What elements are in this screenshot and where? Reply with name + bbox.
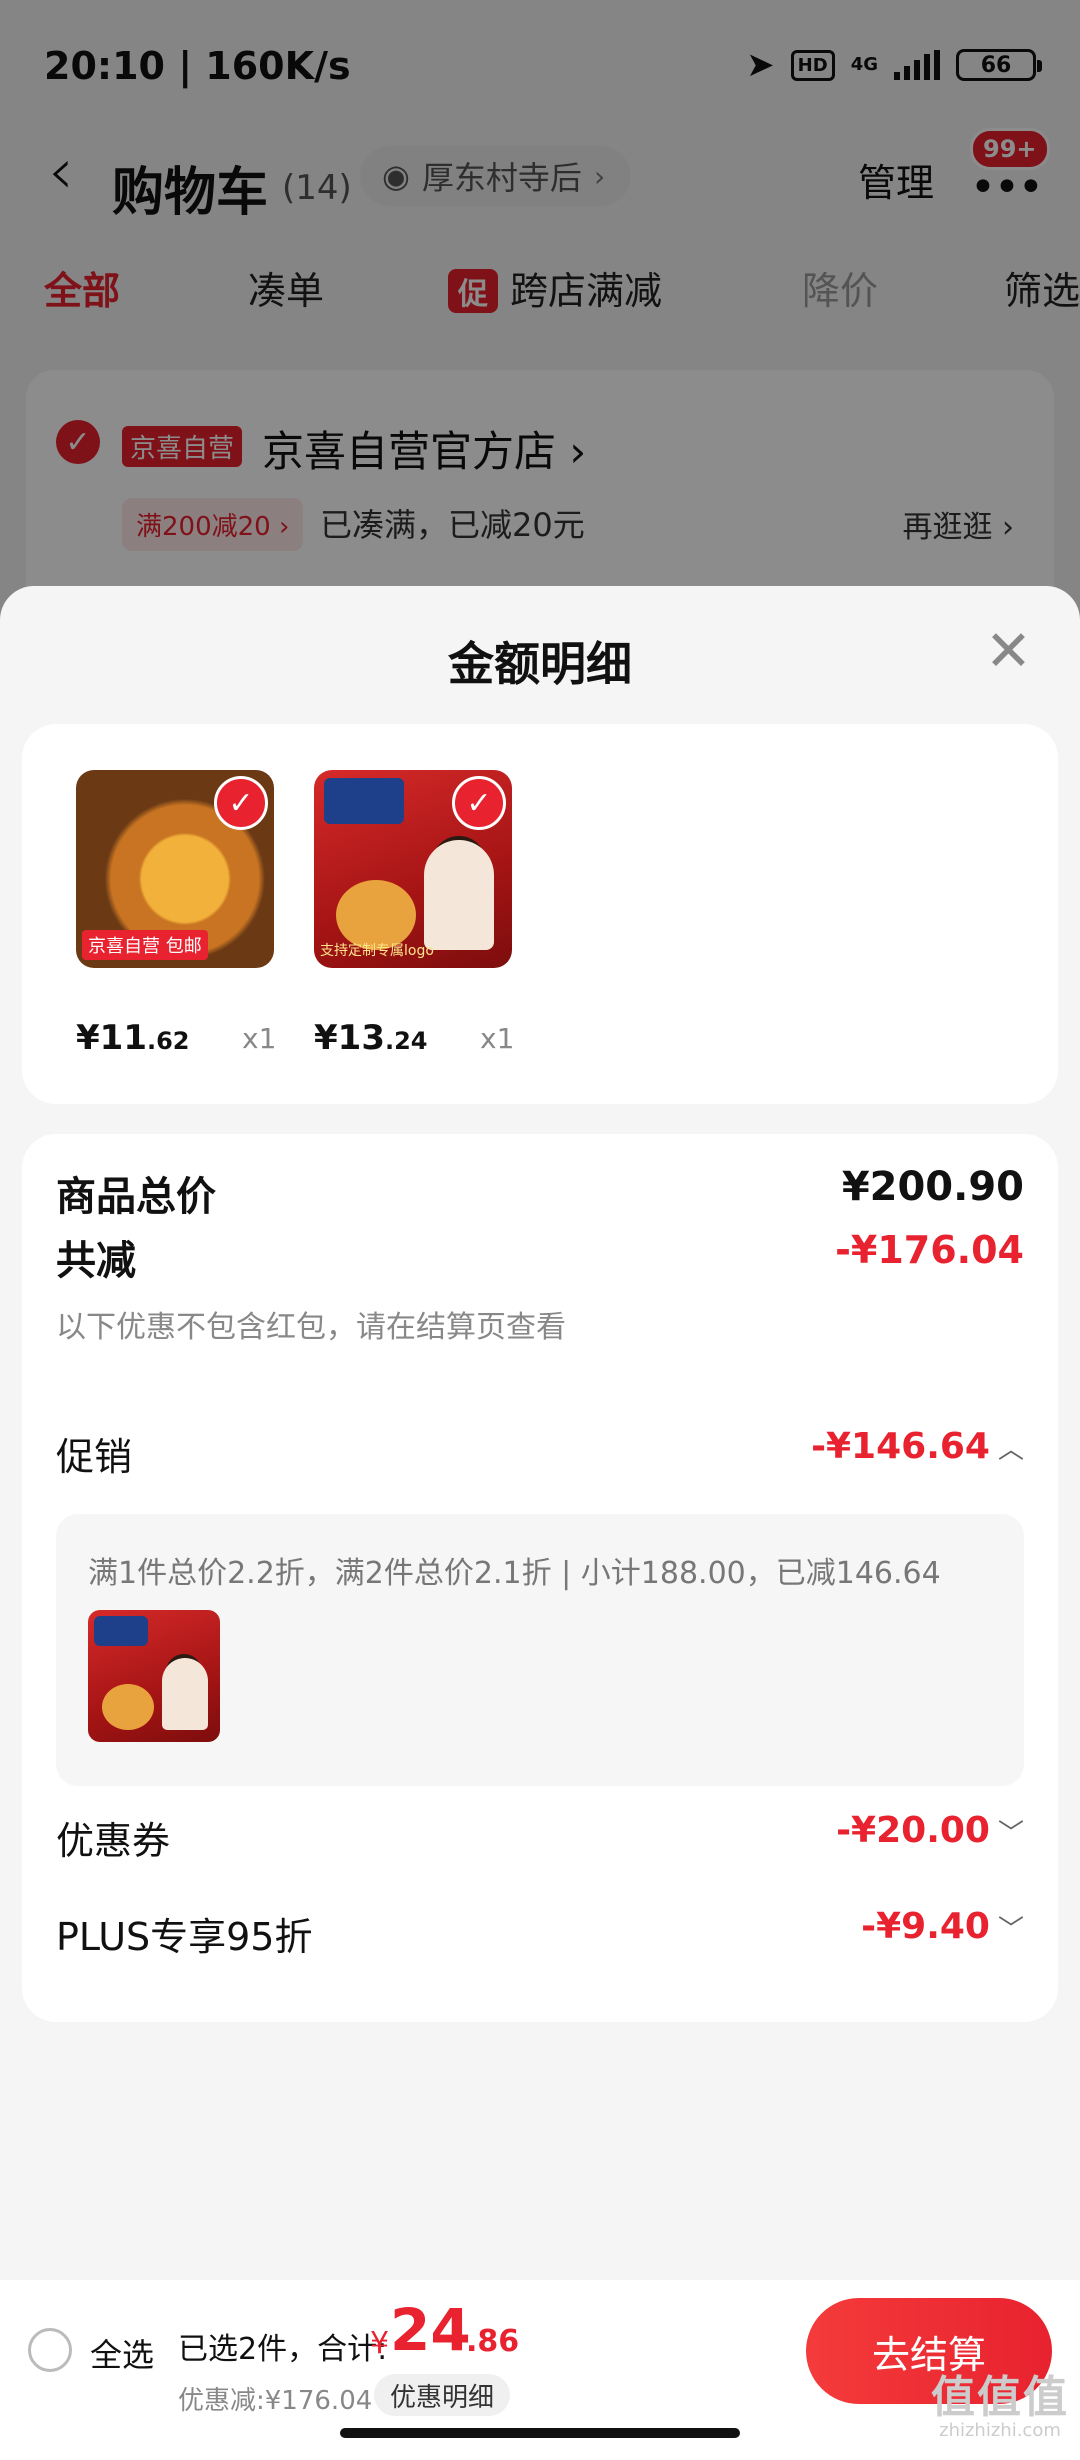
coupon-label: 优惠券 xyxy=(56,1819,171,1863)
check-icon: ✓ xyxy=(214,776,268,830)
chevron-down-icon: ﹀ xyxy=(997,1819,1024,1849)
checkout-bar: 全选 已选2件，合计: ¥ 24 .86 优惠减:¥176.04 优惠明细 去结… xyxy=(0,2280,1080,2460)
goods-card: 京喜自营 包邮 ✓ ¥11.62 x1 支持定制专属logo ✓ ¥13.24 … xyxy=(22,724,1058,1104)
promotion-detail-text: 满1件总价2.2折，满2件总价2.1折 | 小计188.00，已减146.64 xyxy=(88,1556,941,1591)
mooncake-thumbnail: 京喜自营 包邮 ✓ xyxy=(76,770,274,968)
select-all-radio[interactable] xyxy=(28,2328,72,2372)
total-integer: 24 xyxy=(390,2296,471,2364)
thumb-tag: 京喜自营 包邮 xyxy=(82,930,208,960)
coupon-row[interactable]: -¥20.00 ﹀ xyxy=(836,1810,1024,1851)
promotion-product-thumbnail xyxy=(88,1610,220,1742)
promotion-row[interactable]: -¥146.64 ︿ xyxy=(811,1426,1024,1467)
total-decimal: .86 xyxy=(466,2324,520,2359)
discount-summary: 优惠减:¥176.04 xyxy=(178,2386,373,2416)
total-reduce-value: -¥176.04 xyxy=(835,1228,1024,1272)
home-indicator[interactable] xyxy=(340,2428,740,2438)
goods-price: ¥13.24 xyxy=(314,1018,428,1058)
coupon-value: -¥20.00 xyxy=(836,1810,990,1851)
plus-label: PLUS专享95折 xyxy=(56,1915,313,1959)
goods-quantity: x1 xyxy=(480,1022,515,1055)
total-reduce-label: 共减 xyxy=(56,1238,136,1284)
total-price-value: ¥200.90 xyxy=(841,1164,1024,1210)
sheet-title: 金额明细 xyxy=(448,637,632,691)
reduce-hint: 以下优惠不包含红包，请在结算页查看 xyxy=(56,1310,566,1345)
goods-quantity: x1 xyxy=(242,1022,277,1055)
check-icon: ✓ xyxy=(452,776,506,830)
total-currency: ¥ xyxy=(370,2326,390,2361)
promotion-value: -¥146.64 xyxy=(811,1426,990,1467)
plus-value: -¥9.40 xyxy=(861,1906,990,1947)
thumb-tag: 支持定制专属logo xyxy=(320,943,434,959)
plus-row[interactable]: -¥9.40 ﹀ xyxy=(861,1906,1024,1947)
chevron-up-icon: ︿ xyxy=(997,1435,1024,1465)
select-all-label[interactable]: 全选 xyxy=(90,2330,154,2376)
amount-detail-sheet: 金额明细 ✕ 京喜自营 包邮 ✓ ¥11.62 x1 支持定制专属logo ✓ … xyxy=(0,586,1080,2460)
promotion-label: 促销 xyxy=(56,1435,133,1479)
watermark: 值值值 zhizhizhi.com xyxy=(931,2372,1069,2442)
close-icon[interactable]: ✕ xyxy=(985,624,1032,680)
total-price-label: 商品总价 xyxy=(56,1174,216,1220)
price-detail-card: 商品总价 ¥200.90 共减 -¥176.04 以下优惠不包含红包，请在结算页… xyxy=(22,1134,1058,2022)
selected-summary: 已选2件，合计: xyxy=(178,2332,388,2367)
gift-box-thumbnail: 支持定制专属logo ✓ xyxy=(314,770,512,968)
discount-detail-button[interactable]: 优惠明细 xyxy=(374,2374,511,2416)
promotion-detail-box: 满1件总价2.2折，满2件总价2.1折 | 小计188.00，已减146.64 xyxy=(56,1514,1024,1786)
goods-price: ¥11.62 xyxy=(76,1018,190,1058)
chevron-down-icon: ﹀ xyxy=(997,1915,1024,1945)
